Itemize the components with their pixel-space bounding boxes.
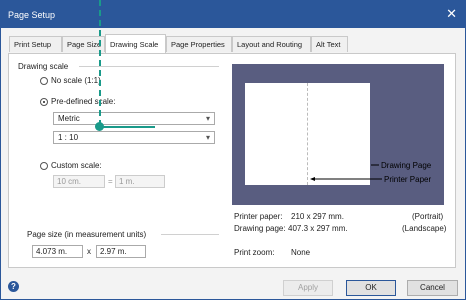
custom-scale-left-input[interactable]: 10 cm. (53, 175, 105, 188)
page-size-heading: Page size (in measurement units) (27, 230, 147, 239)
drawing-page-orientation: (Landscape) (402, 224, 447, 233)
scale-type-select[interactable]: Metric ▾ (53, 112, 215, 125)
custom-scale-radio[interactable] (40, 162, 48, 170)
title-bar: Page Setup ✕ (1, 1, 465, 28)
page-size-x: x (87, 247, 91, 256)
drawing-page-label: Drawing page: (234, 224, 286, 233)
predefined-scale-label: Pre-defined scale: (51, 97, 116, 106)
printer-paper-callout: Printer Paper (384, 175, 432, 184)
tab-drawing-scale[interactable]: Drawing Scale (105, 34, 166, 53)
scale-ratio-value: 1 : 10 (58, 133, 79, 142)
apply-button[interactable]: Apply (283, 280, 333, 296)
drawing-scale-panel: Drawing scale No scale (1:1) Pre-defined… (8, 53, 456, 268)
printer-paper-label: Printer paper: (234, 212, 283, 221)
drawing-page-callout: Drawing Page (381, 161, 432, 170)
tab-page-properties[interactable]: Page Properties (166, 36, 232, 52)
tab-layout-and-routing[interactable]: Layout and Routing (232, 36, 311, 52)
scale-type-value: Metric (58, 114, 80, 123)
printer-paper-orientation: (Portrait) (412, 212, 444, 221)
chevron-down-icon: ▾ (205, 114, 210, 123)
help-icon[interactable]: ? (8, 281, 19, 292)
annotation-pointer-line (100, 126, 155, 128)
close-icon[interactable]: ✕ (446, 7, 457, 20)
print-zoom-label: Print zoom: (234, 248, 275, 257)
ok-button[interactable]: OK (346, 280, 396, 296)
annotation-guide-line (99, 0, 101, 126)
custom-scale-label: Custom scale: (51, 161, 102, 170)
tab-print-setup[interactable]: Print Setup (9, 36, 62, 52)
cancel-button[interactable]: Cancel (407, 280, 458, 296)
predefined-scale-radio[interactable] (40, 98, 48, 106)
page-preview: Drawing Page Printer Paper (232, 64, 444, 205)
page-width-input[interactable]: 4.073 m. (32, 245, 83, 258)
drawing-scale-heading: Drawing scale (18, 62, 69, 71)
no-scale-label: No scale (1:1) (51, 76, 101, 85)
custom-scale-right-input[interactable]: 1 m. (115, 175, 165, 188)
section-divider (161, 234, 219, 235)
page-height-input[interactable]: 2.97 m. (96, 245, 146, 258)
annotation-marker (95, 122, 104, 131)
chevron-down-icon: ▾ (205, 133, 210, 142)
scale-ratio-select[interactable]: 1 : 10 ▾ (53, 131, 215, 144)
print-zoom-value: None (291, 248, 311, 257)
dialog-title: Page Setup (8, 10, 56, 20)
page-setup-dialog: Page Setup ✕ Print Setup Page Size Drawi… (0, 0, 466, 300)
custom-scale-equals: = (108, 177, 113, 186)
tab-alt-text[interactable]: Alt Text (311, 36, 348, 52)
printer-paper-value: 210 x 297 mm. (291, 212, 344, 221)
no-scale-radio[interactable] (40, 77, 48, 85)
drawing-page-value: 407.3 x 297 mm. (288, 224, 348, 233)
